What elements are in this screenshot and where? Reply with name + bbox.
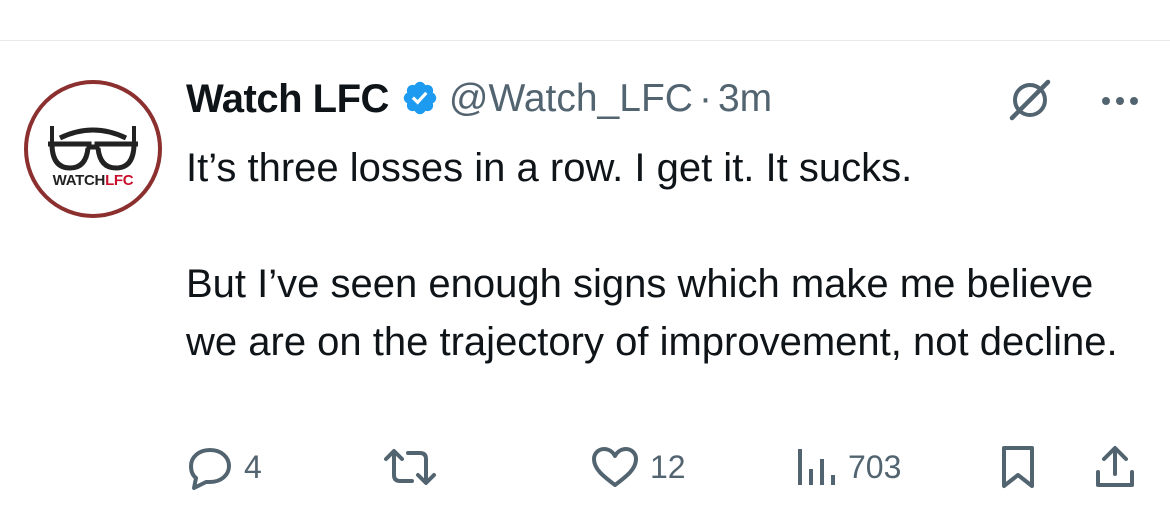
like-button[interactable]: 12 <box>590 444 686 490</box>
bookmark-button[interactable] <box>998 444 1038 490</box>
tweet-actions: 4 12 703 <box>186 444 1146 490</box>
views-count: 703 <box>848 448 902 485</box>
header-right-controls <box>1006 78 1140 127</box>
more-options-icon[interactable] <box>1100 94 1140 112</box>
avatar-wordmark: WATCHLFC <box>53 172 134 189</box>
views-icon <box>798 449 835 485</box>
bookmark-icon <box>1002 446 1034 488</box>
tweet-text: It’s three losses in a row. I get it. It… <box>186 146 1118 364</box>
grok-icon[interactable] <box>1006 78 1056 127</box>
glasses-logo-icon <box>48 125 138 171</box>
verified-badge-icon[interactable] <box>401 79 439 122</box>
reply-icon <box>189 448 231 490</box>
tweet-time[interactable]: 3m <box>718 77 772 121</box>
views-button[interactable]: 703 <box>794 444 901 490</box>
top-divider <box>0 40 1170 41</box>
author-name[interactable]: Watch LFC <box>186 77 389 122</box>
share-button[interactable] <box>1092 444 1138 490</box>
tweet-header: Watch LFC @Watch_LFC · 3m <box>186 74 772 124</box>
retweet-button[interactable] <box>382 444 438 490</box>
reply-count: 4 <box>244 448 262 485</box>
author-handle[interactable]: @Watch_LFC <box>449 77 693 121</box>
share-icon <box>1096 446 1134 487</box>
like-count: 12 <box>650 448 686 485</box>
header-separator: · <box>698 77 712 120</box>
avatar-wordmark-lfc: LFC <box>105 171 134 189</box>
reply-button[interactable]: 4 <box>186 444 262 490</box>
avatar-wordmark-watch: WATCH <box>52 171 106 189</box>
avatar[interactable]: WATCHLFC <box>24 80 162 218</box>
like-icon <box>592 447 638 487</box>
retweet-icon <box>384 449 436 485</box>
